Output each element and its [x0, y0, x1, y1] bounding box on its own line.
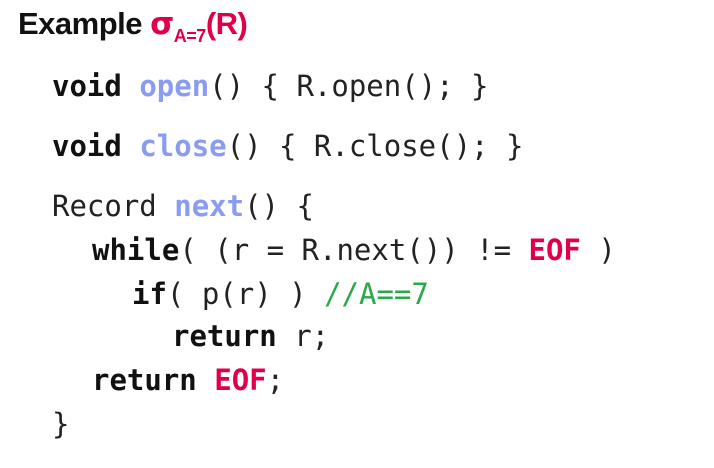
code-text: () { R.close(); }	[226, 129, 524, 163]
code-text: )	[580, 233, 616, 267]
code-line-close: void close() { R.close(); }	[52, 132, 523, 161]
slide-title: Example σA=7(R)	[18, 6, 248, 46]
eof-constant: EOF	[528, 233, 581, 267]
code-line-next: Record next() {	[52, 192, 314, 221]
code-text: r;	[276, 319, 330, 353]
code-line-return-eof: return EOF;	[92, 366, 284, 395]
code-line-return-r: return r;	[172, 322, 329, 351]
code-comment: //A==7	[324, 277, 429, 311]
type-record: Record	[52, 189, 157, 223]
code-line-while: while( (r = R.next()) != EOF )	[92, 236, 616, 265]
keyword-return: return	[172, 319, 277, 353]
closing-brace: }	[52, 407, 70, 441]
function-next: next	[174, 189, 245, 223]
code-line-open: void open() { R.open(); }	[52, 72, 489, 101]
sigma-symbol: σ	[150, 6, 174, 42]
keyword-while: while	[92, 233, 180, 267]
selection-condition-subscript: A=7	[173, 26, 207, 46]
eof-constant: EOF	[214, 363, 267, 397]
function-open: open	[139, 69, 210, 103]
title-prefix: Example	[18, 6, 151, 41]
function-close: close	[139, 129, 227, 163]
code-text: () {	[244, 189, 314, 223]
keyword-if: if	[132, 277, 167, 311]
relation-name: (R)	[205, 6, 248, 41]
keyword-return: return	[92, 363, 197, 397]
code-text: () { R.open(); }	[209, 69, 489, 103]
code-text: ;	[266, 363, 285, 397]
keyword-void: void	[52, 69, 122, 103]
code-text: ( (r = R.next()) !=	[179, 233, 529, 267]
keyword-void: void	[52, 129, 122, 163]
code-line-if: if( p(r) ) //A==7	[132, 280, 429, 309]
code-line-closing-brace: }	[52, 410, 69, 439]
code-text: ( p(r) )	[166, 277, 325, 311]
